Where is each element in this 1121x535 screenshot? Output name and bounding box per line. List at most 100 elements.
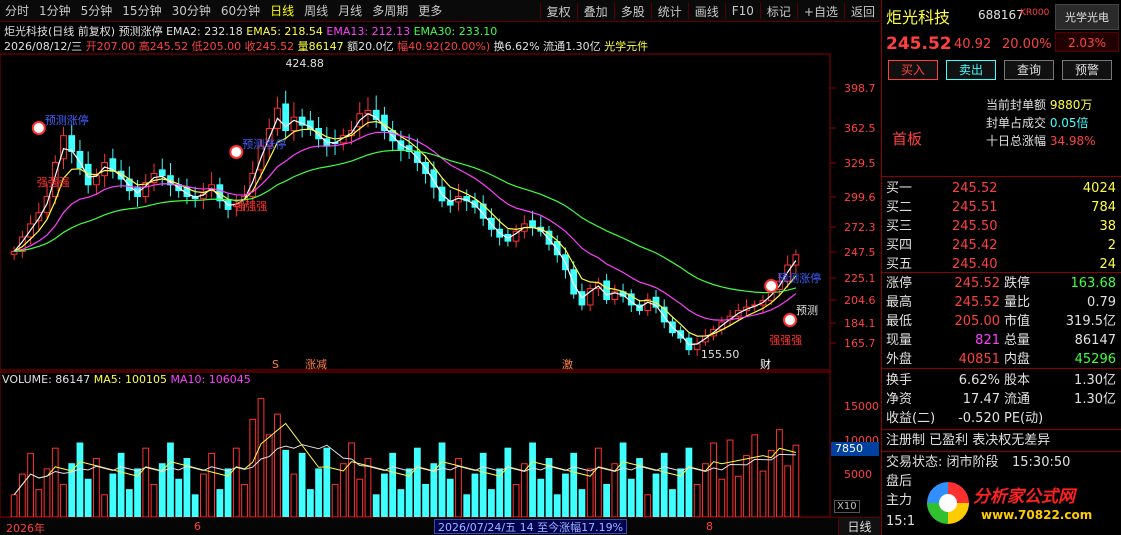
- x10-label[interactable]: X10: [834, 500, 860, 513]
- stat-label: 最低: [886, 314, 913, 329]
- candle-body: [93, 175, 100, 186]
- candle: [93, 168, 100, 195]
- period-tab-3[interactable]: 15分钟: [117, 2, 166, 19]
- volume-bar: [372, 494, 380, 518]
- volume-bar: [208, 452, 215, 518]
- period-tab-8[interactable]: 月线: [333, 2, 367, 19]
- concept-button[interactable]: 光学光电: [1055, 4, 1119, 30]
- volume-bar: [438, 442, 446, 518]
- event-mark: 涨减: [305, 358, 327, 371]
- low-price-label: 155.50: [701, 348, 740, 361]
- period-tab-9[interactable]: 多周期: [367, 2, 413, 19]
- price-tick-label: 204.6: [844, 294, 876, 307]
- period-tab-5[interactable]: 60分钟: [216, 2, 265, 19]
- ema30-value: EMA30: 233.10: [413, 25, 498, 38]
- volume-ma10: MA10: 106045: [170, 373, 251, 386]
- volume-bar: [306, 489, 314, 518]
- fund-value: 6.62%: [958, 373, 1000, 388]
- ten-day-label: 十日总涨幅: [985, 134, 1046, 148]
- period-selector[interactable]: 日线: [838, 518, 880, 535]
- strong-label: 强强强: [37, 176, 70, 189]
- toolbar-button-6[interactable]: 标记: [762, 3, 796, 20]
- volume-bar: [315, 468, 322, 518]
- fund-label: 净资: [886, 392, 913, 407]
- period-tab-10[interactable]: 更多: [413, 2, 447, 19]
- volume-bar: [710, 442, 717, 518]
- volume-bar: [759, 470, 767, 518]
- candle: [413, 138, 421, 172]
- candle: [35, 202, 43, 231]
- alert-button[interactable]: 预警: [1062, 60, 1112, 80]
- fund-value: 1.30亿: [1074, 373, 1116, 388]
- period-tab-1[interactable]: 1分钟: [34, 2, 76, 19]
- toolbar-button-8[interactable]: 返回: [846, 3, 880, 20]
- indicator-name[interactable]: 预测涨停: [119, 25, 163, 38]
- high-value: 高245.52: [138, 40, 189, 53]
- price-change-pct: 20.00%: [1002, 37, 1052, 52]
- toolbar-button-4[interactable]: 画线: [690, 3, 724, 20]
- toolbar-divider: [687, 3, 689, 19]
- stat-label: 市值: [1004, 314, 1031, 329]
- reg-row: 注册制 已盈利 表决权无差异: [882, 431, 1121, 450]
- stat-value: 0.79: [1087, 295, 1116, 310]
- volume-bar: [200, 473, 207, 518]
- candle: [167, 163, 174, 197]
- kline-chart[interactable]: 398.7 362.5 329.5 299.6 272.3 247.5 225.1 204.6…: [0, 0, 880, 535]
- ema13-value: EMA13: 212.13: [326, 25, 411, 38]
- buy-button[interactable]: 买入: [888, 60, 938, 80]
- volume-bar: [652, 473, 660, 518]
- candle-body: [570, 269, 578, 295]
- volume-bar: [726, 439, 734, 518]
- volume-bar: [323, 447, 331, 518]
- signal-icon: [229, 145, 244, 159]
- volume-cursor-value: 7850: [831, 442, 879, 456]
- toolbar-divider: [650, 3, 652, 19]
- volume-bar: [348, 442, 355, 518]
- volume-bar: [603, 483, 610, 518]
- volume-bar: [265, 434, 273, 518]
- kr-badge: KR000: [1020, 8, 1050, 18]
- price-tick-label: 329.5: [844, 157, 876, 170]
- candle-body: [158, 169, 166, 177]
- toolbar-button-1[interactable]: 叠加: [579, 3, 613, 20]
- first-board-badge: 首板: [892, 130, 923, 148]
- volume-bar: [562, 473, 569, 518]
- period-tab-7[interactable]: 周线: [299, 2, 333, 19]
- toolbar-button-5[interactable]: F10: [727, 4, 759, 18]
- toolbar-button-2[interactable]: 多股: [616, 3, 650, 20]
- volume-bar: [356, 478, 364, 518]
- stat-label: 内盘: [1004, 352, 1031, 367]
- toolbar-button-7[interactable]: +自选: [799, 3, 843, 20]
- toolbar-button-0[interactable]: 复权: [542, 3, 576, 20]
- close-value: 收245.52: [244, 40, 295, 53]
- sell-button[interactable]: 卖出: [946, 60, 996, 80]
- fund-row: 收益(二) -0.520 PE(动): [882, 409, 1121, 428]
- signal-label: 预测涨停: [45, 113, 89, 127]
- query-button[interactable]: 查询: [1004, 60, 1054, 80]
- period-tab-2[interactable]: 5分钟: [76, 2, 118, 19]
- price-tick-label: 299.6: [844, 191, 876, 204]
- volume-bar: [290, 473, 298, 518]
- volume-bar: [84, 478, 92, 518]
- candle: [479, 195, 487, 226]
- float-value: 流通1.30亿: [543, 40, 601, 53]
- volume-bar: [339, 463, 347, 518]
- volume-bar: [512, 483, 520, 518]
- toolbar-button-3[interactable]: 统计: [653, 3, 687, 20]
- period-tab-6[interactable]: 日线: [265, 2, 299, 19]
- candle-body: [68, 135, 76, 152]
- month-8-label: 8: [706, 520, 713, 533]
- volume-bar: [685, 447, 693, 518]
- period-tab-0[interactable]: 分时: [0, 2, 34, 19]
- stat-label: 总量: [1004, 333, 1031, 348]
- volume-bar: [784, 465, 792, 518]
- period-tab-4[interactable]: 30分钟: [167, 2, 216, 19]
- predict-icon: [783, 313, 797, 327]
- volume-bar: [776, 429, 783, 518]
- bid-level-label: 买四: [886, 238, 913, 253]
- volume-bar: [578, 489, 586, 518]
- ema2-value: EMA2: 232.18: [166, 25, 243, 38]
- candle: [743, 299, 750, 316]
- panel-divider: [882, 451, 1121, 452]
- price-tick-label: 225.1: [844, 272, 876, 285]
